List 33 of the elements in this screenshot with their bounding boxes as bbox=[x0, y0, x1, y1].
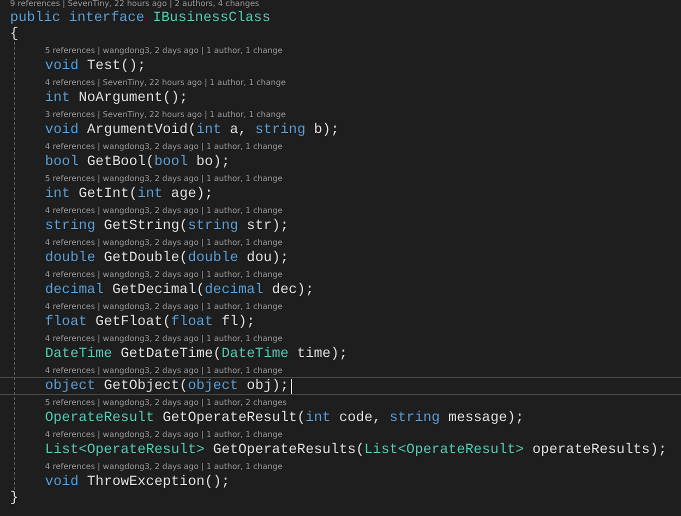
code-line: void Test(); bbox=[45, 58, 146, 74]
codelens-info[interactable]: 4 references | SevenTiny, 22 hours ago | 1 author, 1 change bbox=[45, 74, 286, 90]
codelens-info[interactable]: 4 references | wangdong3, 2 days ago | 1 author, 1 change bbox=[45, 362, 283, 378]
code-line: } bbox=[10, 490, 18, 506]
code-line: object GetObject(object obj); bbox=[45, 378, 289, 394]
codelens-info[interactable]: 3 references | SevenTiny, 22 hours ago | 1 author, 1 change bbox=[45, 106, 286, 122]
code-line: void ThrowException(); bbox=[45, 474, 230, 490]
code-line: int NoArgument(); bbox=[45, 90, 188, 106]
codelens-info[interactable]: 4 references | wangdong3, 2 days ago | 1 author, 1 change bbox=[45, 234, 283, 250]
code-line: int GetInt(int age); bbox=[45, 186, 214, 202]
code-line: string GetString(string str); bbox=[45, 218, 289, 234]
codelens-info[interactable]: 5 references | wangdong3, 2 days ago | 1 author, 1 change bbox=[45, 170, 283, 186]
code-line: { bbox=[10, 26, 18, 42]
code-line: OperateResult GetOperateResult(int code, string message); bbox=[45, 410, 524, 426]
codelens-info[interactable]: 4 references | wangdong3, 2 days ago | 1 author, 1 change bbox=[45, 298, 283, 314]
codelens-info[interactable]: 4 references | wangdong3, 2 days ago | 1 author, 1 change bbox=[45, 426, 283, 442]
code-line: public interface IBusinessClass bbox=[10, 10, 270, 26]
text-cursor bbox=[290, 378, 292, 394]
code-line: decimal GetDecimal(decimal dec); bbox=[45, 282, 314, 298]
codelens-info[interactable]: 4 references | wangdong3, 2 days ago | 1 author, 1 change bbox=[45, 458, 283, 474]
codelens-info[interactable]: 5 references | wangdong3, 2 days ago | 1 author, 2 changes bbox=[45, 394, 287, 410]
code-line: DateTime GetDateTime(DateTime time); bbox=[45, 346, 348, 362]
codelens-info[interactable]: 4 references | wangdong3, 2 days ago | 1 author, 1 change bbox=[45, 330, 283, 346]
codelens-info[interactable]: 4 references | wangdong3, 2 days ago | 1 author, 1 change bbox=[45, 202, 283, 218]
codelens-info[interactable]: 5 references | wangdong3, 2 days ago | 1 author, 1 change bbox=[45, 42, 283, 58]
code-line: bool GetBool(bool bo); bbox=[45, 154, 230, 170]
code-line: float GetFloat(float fl); bbox=[45, 314, 256, 330]
code-line: void ArgumentVoid(int a, string b); bbox=[45, 122, 340, 138]
code-line: List<OperateResult> GetOperateResults(List<OperateResult> operateResults); bbox=[45, 442, 667, 458]
code-line: double GetDouble(double dou); bbox=[45, 250, 289, 266]
codelens-info[interactable]: 4 references | wangdong3, 2 days ago | 1 author, 1 change bbox=[45, 266, 283, 282]
codelens-info[interactable]: 9 references | SevenTiny, 22 hours ago | 2 authors, 4 changes bbox=[10, 0, 260, 8]
codelens-info[interactable]: 4 references | wangdong3, 2 days ago | 1 author, 1 change bbox=[45, 138, 283, 154]
